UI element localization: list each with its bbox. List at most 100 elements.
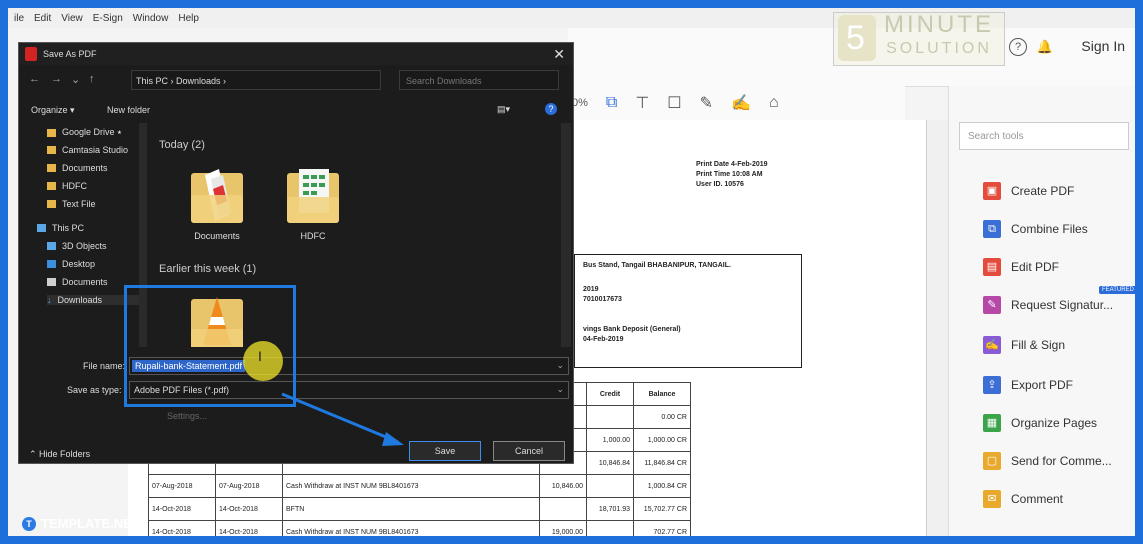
tool-fill-sign[interactable]: ✍ Fill & Sign xyxy=(983,336,1065,354)
combine-files-icon: ⧉ xyxy=(983,220,1001,238)
screen: ile Edit View E-Sign Window Help 5 MINUT… xyxy=(8,8,1135,536)
back-arrow-icon[interactable]: ← xyxy=(29,73,40,85)
comment-tool-icon: ✉ xyxy=(983,490,1001,508)
folder-icon xyxy=(47,128,56,137)
group-today[interactable]: Today (2) xyxy=(159,139,205,151)
menu-window[interactable]: Window xyxy=(133,13,169,24)
menu-edit[interactable]: Edit xyxy=(34,13,51,24)
document-icon xyxy=(47,278,56,286)
cancel-button[interactable]: Cancel xyxy=(493,441,565,461)
address-bar[interactable]: This PC › Downloads › xyxy=(131,70,381,90)
new-folder-button[interactable]: New folder xyxy=(107,105,150,115)
file-name-label: File name: xyxy=(83,361,126,371)
sidebar-item-camtasia[interactable]: Camtasia Studio xyxy=(47,145,128,155)
cursor-highlight xyxy=(243,341,283,381)
sidebar-item-desktop[interactable]: Desktop xyxy=(47,259,95,269)
stamp-icon[interactable]: ⊤ xyxy=(635,93,649,113)
logo-text: MINUTE xyxy=(884,11,994,38)
dialog-title: Save As PDF xyxy=(43,49,97,59)
tool-combine-files[interactable]: ⧉ Combine Files xyxy=(983,220,1088,238)
sidebar-item-this-pc[interactable]: This PC xyxy=(37,223,84,233)
organize-pages-icon: ▦ xyxy=(983,414,1001,432)
search-tools-input[interactable]: Search tools xyxy=(959,122,1129,150)
box-line: 2019 xyxy=(583,286,599,293)
chevron-down-icon[interactable]: ⌄ xyxy=(556,360,564,371)
group-earlier-this-week[interactable]: Earlier this week (1) xyxy=(159,263,256,275)
tag-icon[interactable]: ⌂ xyxy=(769,94,779,112)
menu-esign[interactable]: E-Sign xyxy=(93,13,123,24)
chevron-down-icon[interactable]: ⌄ xyxy=(556,384,564,395)
logo-subtext: SOLUTION xyxy=(886,40,992,57)
request-signature-icon: ✎ xyxy=(983,296,1001,314)
sidebar-item-text-file[interactable]: Text File xyxy=(47,199,96,209)
tools-pane: Search tools ▣ Create PDF ⧉ Combine Files … xyxy=(948,86,1135,536)
desktop-icon xyxy=(47,260,56,268)
file-label-hdfc: HDFC xyxy=(300,231,326,241)
tool-edit-pdf[interactable]: ▤ Edit PDF xyxy=(983,258,1059,276)
sidebar-item-google-drive[interactable]: Google Drive ⭑ xyxy=(47,127,122,138)
menu-view[interactable]: View xyxy=(61,13,83,24)
pdf-icon xyxy=(25,47,37,61)
tool-create-pdf[interactable]: ▣ Create PDF xyxy=(983,182,1074,200)
sidebar-item-documents[interactable]: Documents xyxy=(47,163,108,173)
bell-icon[interactable]: 🔔 xyxy=(1037,39,1053,55)
hdfc-folder-icon[interactable] xyxy=(285,165,341,225)
create-pdf-icon: ▣ xyxy=(983,182,1001,200)
search-downloads-input[interactable]: Search Downloads xyxy=(399,70,559,90)
fill-sign-icon: ✍ xyxy=(983,336,1001,354)
sign-in-link[interactable]: Sign In xyxy=(1081,38,1125,54)
tool-comment[interactable]: ✉ Comment xyxy=(983,490,1063,508)
documents-folder-icon[interactable] xyxy=(189,165,245,225)
document-scrollbar[interactable] xyxy=(926,120,949,536)
computer-icon xyxy=(37,224,46,232)
help-icon[interactable]: ? xyxy=(545,103,557,115)
hide-folders-toggle[interactable]: ⌃ Hide Folders xyxy=(29,449,90,460)
logo-mark: 5 xyxy=(838,15,876,61)
template-net-watermark: T TEMPLATE.NET xyxy=(22,516,140,531)
minute-solution-logo: 5 MINUTE SOLUTION xyxy=(833,12,1005,66)
print-info: Print Date 4-Feb-2019 Print Time 10:08 A… xyxy=(696,160,768,190)
template-logo-icon: T xyxy=(22,516,36,531)
cube-icon xyxy=(47,242,56,250)
print-time: Print Time 10:08 AM xyxy=(696,171,763,178)
menu-help[interactable]: Help xyxy=(178,13,199,24)
tool-organize-pages[interactable]: ▦ Organize Pages xyxy=(983,414,1097,432)
forward-arrow-icon[interactable]: → xyxy=(51,73,62,85)
account-info-box: Bus Stand, Tangail BHABANIPUR, TANGAIL. … xyxy=(574,254,802,368)
download-icon: ↓ xyxy=(47,295,52,305)
help-icon[interactable]: ? xyxy=(1009,38,1027,56)
close-icon[interactable]: ✕ xyxy=(553,46,565,63)
table-row: 14-Oct-2018 14-Oct-2018 BFTN 18,701.93 15,7… xyxy=(148,497,691,521)
sidebar-item-hdfc[interactable]: HDFC xyxy=(47,181,87,191)
pointer-arrow xyxy=(281,392,404,446)
dialog-titlebar: Save As PDF ✕ xyxy=(19,43,573,65)
text-cursor-icon: I xyxy=(258,348,262,364)
col-credit: Credit xyxy=(586,382,634,406)
fit-page-icon[interactable]: ⧉ xyxy=(606,94,617,112)
save-type-label: Save as type: xyxy=(67,385,122,395)
organize-menu[interactable]: Organize ▾ xyxy=(31,105,75,116)
edit-pdf-icon: ▤ xyxy=(983,258,1001,276)
folder-icon xyxy=(47,200,56,208)
tool-export-pdf[interactable]: ⇪ Export PDF xyxy=(983,376,1073,394)
file-name-row: File name: Rupali-bank-Statement.pdf ⌄ xyxy=(19,355,573,377)
table-row: 14-Oct-2018 14-Oct-2018 Cash Withdraw at I… xyxy=(148,520,691,536)
up-arrow-icon[interactable]: ↑ xyxy=(89,73,95,85)
user-id: User ID. 10576 xyxy=(696,181,744,188)
tool-send-for-comment[interactable]: ▢ Send for Comme... xyxy=(983,452,1112,470)
sidebar-item-3d-objects[interactable]: 3D Objects xyxy=(47,241,107,251)
sidebar-item-documents-pc[interactable]: Documents xyxy=(47,277,108,287)
menu-file[interactable]: ile xyxy=(14,13,24,24)
chevron-down-icon[interactable]: ⌄ xyxy=(71,73,80,86)
view-options-icon[interactable]: ▤▾ xyxy=(497,104,510,115)
sign-icon[interactable]: ✍ xyxy=(731,93,751,113)
file-label-documents: Documents xyxy=(194,231,240,241)
tool-request-signature[interactable]: ✎ Request Signatur... xyxy=(983,296,1113,314)
save-button[interactable]: Save xyxy=(409,441,481,461)
file-list-scrollbar[interactable] xyxy=(561,123,571,347)
pen-icon[interactable]: ✎ xyxy=(700,93,713,113)
zoom-level[interactable]: 0% xyxy=(572,97,588,109)
settings-button[interactable]: Settings... xyxy=(167,411,207,421)
comment-icon[interactable]: ☐ xyxy=(667,93,681,113)
folder-icon xyxy=(47,182,56,190)
